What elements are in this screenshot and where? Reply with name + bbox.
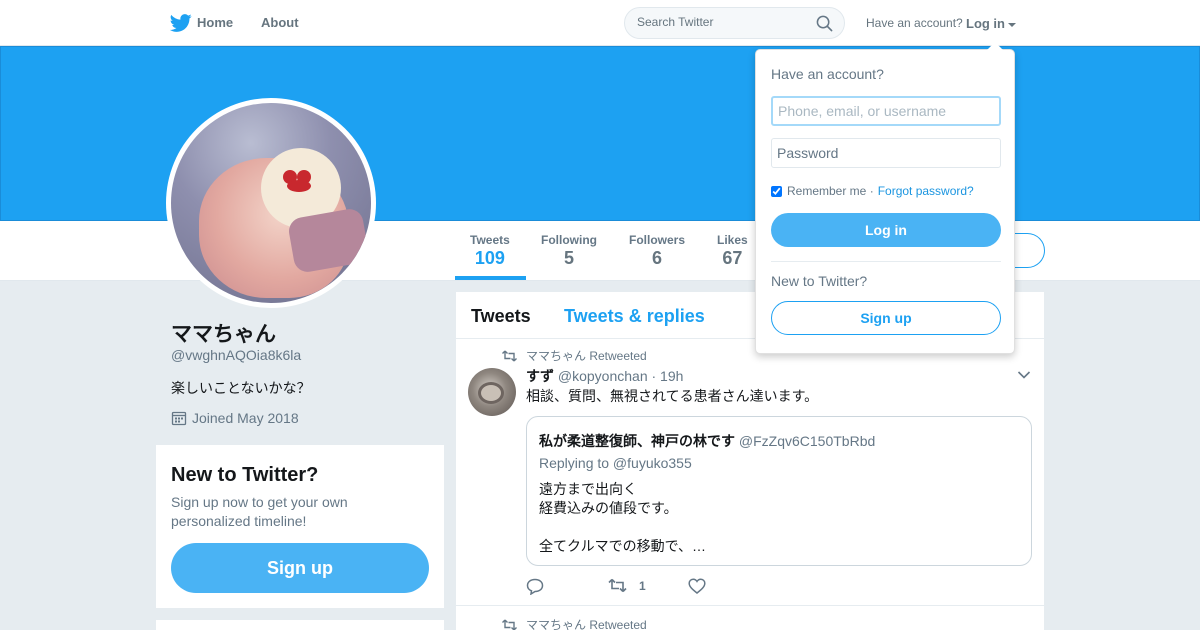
caret-down-icon bbox=[1008, 22, 1016, 27]
search-input[interactable] bbox=[637, 15, 807, 29]
retweet-icon bbox=[502, 619, 517, 630]
search-icon[interactable] bbox=[816, 15, 833, 32]
username-field[interactable] bbox=[771, 96, 1001, 126]
login-button[interactable]: Log in bbox=[771, 213, 1001, 247]
nav-about-label: About bbox=[261, 15, 299, 30]
remember-me-row: Remember me · Forgot password? bbox=[771, 184, 974, 198]
forgot-password-link[interactable]: Forgot password? bbox=[878, 184, 974, 198]
stat-followers[interactable]: Followers 6 bbox=[629, 233, 685, 269]
signup-button[interactable]: Sign up bbox=[171, 543, 429, 593]
avatar-mouth bbox=[287, 180, 311, 192]
tweet-item[interactable]: ママちゃん Retweeted すず @kopyonchan · 19h 相談、… bbox=[456, 339, 1044, 606]
twitter-bird-icon[interactable] bbox=[170, 12, 192, 34]
new-card-text: Sign up now to get your own personalized… bbox=[171, 494, 348, 529]
dropdown-new-text: New to Twitter? bbox=[771, 273, 868, 289]
login-label: Log in bbox=[966, 16, 1005, 31]
heart-icon bbox=[688, 578, 706, 594]
search-box bbox=[624, 7, 845, 39]
tweet-author-name[interactable]: すず bbox=[526, 368, 554, 384]
tweet-author-handle[interactable]: @kopyonchan bbox=[558, 368, 648, 384]
retweet-context-label: ママちゃん Retweeted bbox=[526, 349, 647, 363]
stat-tweets[interactable]: Tweets 109 bbox=[470, 233, 510, 269]
quoted-text-line: 遠方まで出向く bbox=[539, 481, 637, 497]
quoted-author-handle: @FzZqv6C150TbRbd bbox=[738, 433, 876, 449]
login-dropdown-toggle[interactable]: Log in bbox=[966, 16, 1016, 31]
quoted-tweet[interactable]: 私が柔道整復師、神戸の林です @FzZqv6C150TbRbd Replying… bbox=[526, 416, 1032, 566]
stat-tweets-value: 109 bbox=[474, 248, 505, 268]
tab-tweets[interactable]: Tweets bbox=[471, 306, 531, 327]
avatar-detail bbox=[478, 382, 504, 404]
stat-followers-value: 6 bbox=[652, 248, 663, 268]
login-dropdown: Have an account? Remember me · Forgot pa… bbox=[755, 42, 1015, 354]
nav-about[interactable]: About bbox=[261, 15, 299, 30]
quoted-author-name: 私が柔道整復師、神戸の林です bbox=[539, 433, 735, 449]
stat-followers-label: Followers bbox=[629, 233, 686, 247]
profile-bio: 楽しいことないかな？ bbox=[171, 380, 311, 396]
profile-name: ママちゃん bbox=[171, 323, 276, 346]
stat-tweets-label: Tweets bbox=[470, 233, 510, 247]
stat-following-label: Following bbox=[541, 233, 597, 247]
password-field[interactable] bbox=[771, 138, 1001, 168]
retweet-context: ママちゃん Retweeted bbox=[502, 616, 647, 630]
remember-me-checkbox[interactable] bbox=[771, 185, 782, 197]
chevron-down-icon[interactable] bbox=[1017, 370, 1031, 380]
quoted-replying-to: Replying to @fuyuko355 bbox=[539, 455, 692, 471]
quoted-text-line: 経費込みの値段です。 bbox=[539, 500, 678, 516]
quoted-tweet-header: 私が柔道整復師、神戸の林です @FzZqv6C150TbRbd bbox=[539, 431, 875, 451]
tweet-header: すず @kopyonchan · 19h bbox=[526, 366, 683, 386]
top-navigation-bar: Home About Have an account? Log in bbox=[0, 0, 1200, 46]
retweet-button[interactable]: 1 bbox=[608, 578, 646, 593]
profile-joined-label: Joined May 2018 bbox=[192, 410, 299, 426]
quoted-text-line: 全てクルマでの移動で、… bbox=[539, 538, 707, 554]
calendar-icon bbox=[171, 411, 187, 426]
retweet-context: ママちゃん Retweeted bbox=[502, 347, 647, 364]
have-account-text: Have an account? bbox=[866, 16, 963, 30]
tab-tweets-replies[interactable]: Tweets & replies bbox=[564, 306, 705, 327]
tweet-author-avatar[interactable] bbox=[468, 368, 516, 416]
retweet-count: 1 bbox=[639, 578, 646, 593]
remember-me-label[interactable]: Remember me · bbox=[787, 184, 874, 198]
profile-avatar[interactable] bbox=[166, 98, 376, 308]
new-to-twitter-card: New to Twitter? Sign up now to get your … bbox=[156, 445, 444, 608]
tweet-text: 相談、質問、無視されてる患者さん達います。 bbox=[526, 388, 819, 404]
profile-joined: Joined May 2018 bbox=[171, 410, 299, 426]
tweet-time[interactable]: · 19h bbox=[652, 368, 684, 384]
nav-home-label: Home bbox=[197, 15, 234, 30]
sidebar-card bbox=[156, 620, 444, 630]
stat-likes[interactable]: Likes 67 bbox=[717, 233, 748, 269]
reply-button[interactable] bbox=[526, 578, 556, 595]
retweet-icon bbox=[608, 578, 627, 593]
tweet-item[interactable]: ママちゃん Retweeted bbox=[456, 606, 1044, 630]
like-button[interactable] bbox=[688, 578, 718, 594]
active-tab-indicator bbox=[455, 276, 526, 280]
dropdown-arrow bbox=[987, 42, 1003, 50]
divider bbox=[771, 261, 1001, 262]
stat-following-value: 5 bbox=[563, 248, 574, 268]
new-card-title: New to Twitter? bbox=[171, 464, 319, 486]
reply-icon bbox=[526, 578, 544, 595]
profile-handle[interactable]: @vwghnAQOia8k6la bbox=[171, 347, 301, 363]
dropdown-signup-button[interactable]: Sign up bbox=[771, 301, 1001, 335]
dropdown-title: Have an account? bbox=[771, 66, 884, 82]
stat-likes-label: Likes bbox=[717, 233, 748, 247]
avatar-image bbox=[171, 103, 371, 303]
retweet-icon bbox=[502, 350, 517, 361]
nav-home[interactable]: Home bbox=[197, 15, 233, 30]
stat-likes-value: 67 bbox=[722, 248, 743, 268]
stat-following[interactable]: Following 5 bbox=[541, 233, 597, 269]
retweet-context-label: ママちゃん Retweeted bbox=[526, 618, 647, 630]
